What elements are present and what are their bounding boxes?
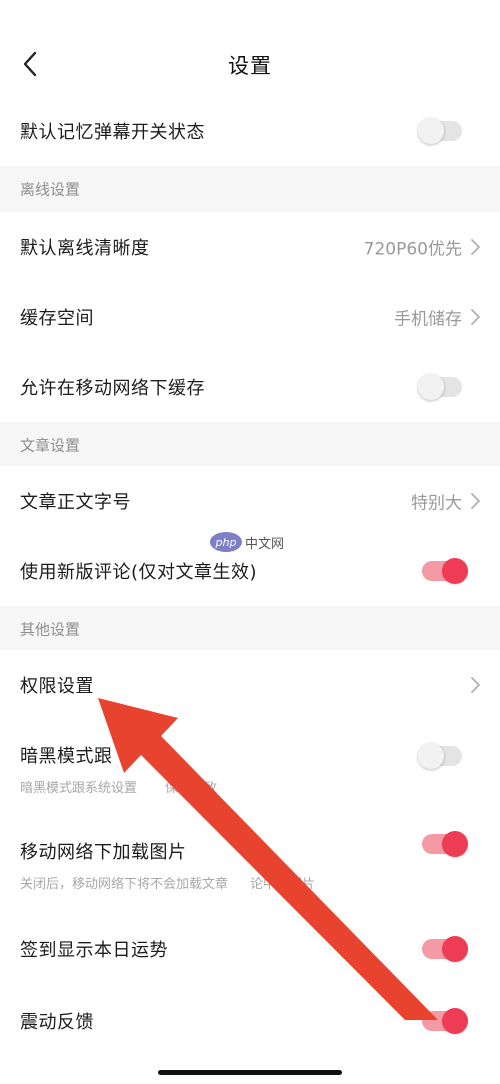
section-header-other: 其他设置 — [0, 606, 500, 652]
chevron-right-icon — [471, 677, 480, 693]
setting-mobile-images: 移动网络下加载图片 关闭后，移动网络下将不会加载文章 论中的图片 — [0, 816, 500, 902]
section-label: 离线设置 — [20, 180, 81, 199]
setting-label: 缓存空间 — [20, 308, 94, 329]
dark-mode-toggle[interactable] — [418, 743, 462, 769]
setting-label: 允许在移动网络下缓存 — [20, 378, 205, 399]
navigation-bar: 设置 — [0, 0, 500, 96]
mobile-images-toggle[interactable] — [422, 831, 468, 857]
setting-value: 720P60优先 — [363, 239, 462, 260]
setting-mobile-cache: 允许在移动网络下缓存 — [0, 352, 500, 422]
setting-label: 移动网络下加载图片 — [20, 842, 187, 863]
setting-offline-quality[interactable]: 默认离线清晰度 720P60优先 — [0, 212, 500, 282]
page-title: 设置 — [228, 54, 272, 78]
toggle-knob — [442, 1008, 468, 1034]
toggle-knob — [418, 743, 444, 769]
chevron-right-icon — [471, 239, 480, 255]
section-header-offline: 离线设置 — [0, 166, 500, 212]
setting-label: 暗黑模式跟 — [20, 746, 113, 767]
toggle-knob — [442, 831, 468, 857]
toggle-knob — [442, 936, 468, 962]
checkin-fortune-toggle[interactable] — [422, 936, 468, 962]
new-comments-toggle[interactable] — [422, 558, 468, 584]
setting-label: 使用新版评论(仅对文章生效) — [20, 562, 258, 583]
section-label: 文章设置 — [20, 436, 81, 455]
watermark-logo: php — [210, 532, 242, 552]
watermark: php 中文网 — [210, 532, 284, 552]
setting-label: 文章正文字号 — [20, 492, 131, 513]
setting-font-size[interactable]: 文章正文字号 特别大 — [0, 466, 500, 536]
chevron-right-icon — [471, 493, 480, 509]
toggle-knob — [418, 374, 444, 400]
setting-cache-space[interactable]: 缓存空间 手机储存 — [0, 282, 500, 352]
watermark-text: 中文网 — [245, 536, 285, 552]
setting-value: 手机储存 — [394, 309, 462, 330]
setting-checkin-fortune: 签到显示本日运势 — [0, 914, 500, 984]
setting-label: 震动反馈 — [20, 1012, 94, 1033]
setting-danmu-memory: 默认记忆弹幕开关状态 — [0, 96, 500, 166]
section-label: 其他设置 — [20, 620, 81, 639]
setting-description: 关闭后，移动网络下将不会加载文章 论中的图片 — [20, 877, 316, 892]
setting-value: 特别大 — [411, 493, 462, 514]
mobile-cache-toggle[interactable] — [418, 374, 462, 400]
danmu-memory-toggle[interactable] — [418, 118, 462, 144]
setting-dark-mode: 暗黑模式跟 暗黑模式跟系统设置 保持一致 — [0, 720, 500, 806]
setting-label: 默认记忆弹幕开关状态 — [20, 122, 205, 143]
setting-description: 暗黑模式跟系统设置 保持一致 — [20, 781, 218, 796]
setting-label: 权限设置 — [20, 676, 94, 697]
setting-label: 签到显示本日运势 — [20, 940, 168, 961]
chevron-right-icon — [471, 309, 480, 325]
setting-label: 默认离线清晰度 — [20, 238, 150, 259]
home-indicator — [158, 1070, 342, 1075]
setting-permissions[interactable]: 权限设置 — [0, 650, 500, 720]
vibration-toggle[interactable] — [422, 1008, 468, 1034]
section-header-article: 文章设置 — [0, 422, 500, 468]
toggle-knob — [442, 558, 468, 584]
setting-vibration: 震动反馈 — [0, 986, 500, 1056]
toggle-knob — [418, 118, 444, 144]
